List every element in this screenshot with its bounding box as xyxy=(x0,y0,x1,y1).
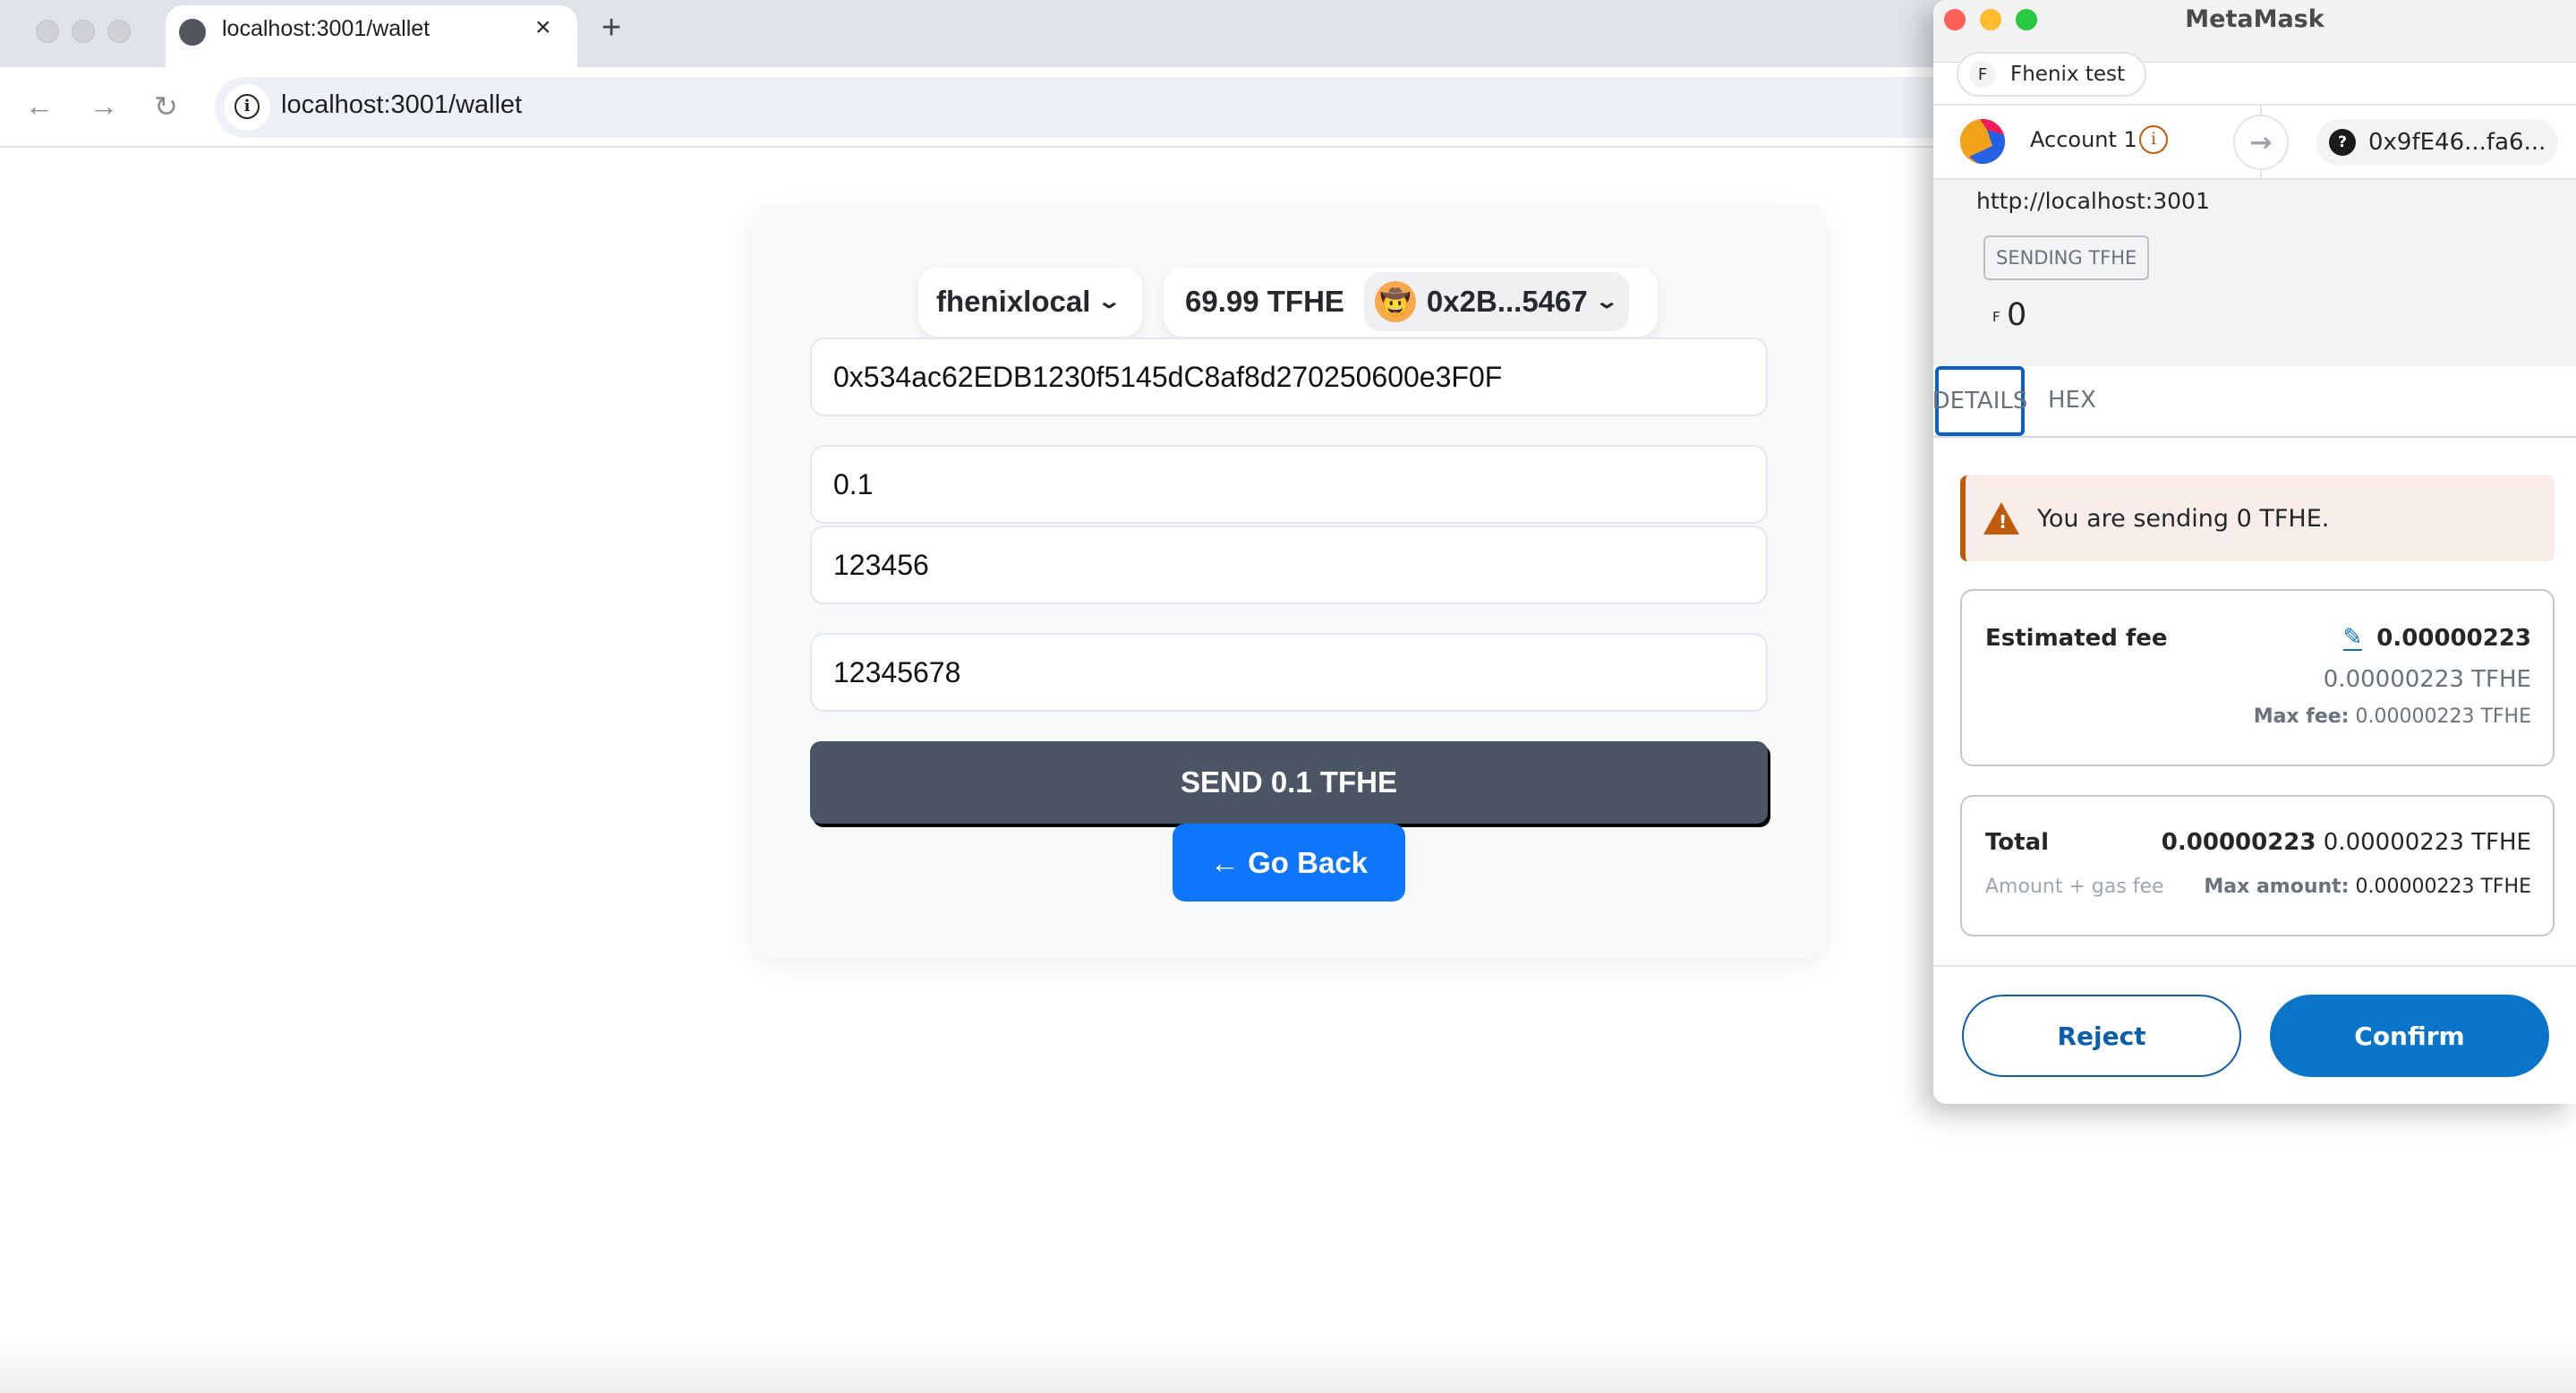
info-icon: i xyxy=(235,94,260,119)
forward-arrow-icon[interactable]: → xyxy=(90,90,118,123)
total-label: Total xyxy=(1985,829,2050,856)
window-minimize-button[interactable] xyxy=(72,20,95,43)
arrow-right-icon: → xyxy=(2233,115,2289,170)
address-bar-url[interactable]: localhost:3001/wallet xyxy=(281,90,522,120)
reject-button[interactable]: Reject xyxy=(1962,995,2241,1077)
estimated-fee-secondary: 0.00000223 TFHE xyxy=(2323,666,2531,693)
amount-input[interactable]: 0.1 xyxy=(810,445,1768,524)
max-amount-value: 0.00000223 TFHE xyxy=(2355,876,2532,898)
window-bottom-shadow xyxy=(0,1343,2576,1393)
metamask-title: MetaMask xyxy=(2185,5,2324,33)
tab-title: localhost:3001/wallet xyxy=(222,16,431,41)
network-selector[interactable]: fhenixlocal ⌄ xyxy=(918,267,1142,337)
account-avatar xyxy=(1960,119,2005,164)
total-sublabel: Amount + gas fee xyxy=(1985,876,2164,898)
divider xyxy=(1933,965,2576,967)
origin-url: http://localhost:3001 xyxy=(1976,188,2210,214)
recipient-pill[interactable]: ? 0x9fE46...fa6... xyxy=(2316,119,2558,166)
network-pill-label: Fhenix test xyxy=(2010,63,2126,86)
network-initial-icon: F xyxy=(1969,61,1996,88)
send-amount: 0 xyxy=(2007,297,2027,333)
max-fee: Max fee: 0.00000223 TFHE xyxy=(2254,705,2531,728)
chevron-down-icon: ⌄ xyxy=(1096,290,1122,312)
window-zoom-button[interactable] xyxy=(107,20,131,43)
go-back-button[interactable]: ← Go Back xyxy=(1173,824,1405,902)
numeric-input-2[interactable]: 12345678 xyxy=(810,633,1768,712)
network-pill[interactable]: F Fhenix test xyxy=(1957,52,2147,97)
globe-icon xyxy=(179,19,206,46)
from-account-name: Account 1 xyxy=(2030,127,2137,152)
account-address: 0x2B...5467 xyxy=(1426,285,1588,318)
tab-hex[interactable]: HEX xyxy=(2048,387,2096,414)
back-arrow-icon[interactable]: ← xyxy=(25,90,54,123)
tab-details[interactable]: DETAILS xyxy=(1933,366,2027,436)
total-box: Total 0.00000223 0.00000223 TFHE Amount … xyxy=(1960,795,2555,936)
window-close-button[interactable] xyxy=(36,20,59,43)
close-icon[interactable]: × xyxy=(535,13,551,43)
warning-alert: ! You are sending 0 TFHE. xyxy=(1960,475,2555,561)
details-tabs xyxy=(1933,366,2576,438)
max-fee-label: Max fee: xyxy=(2253,705,2350,728)
confirm-button[interactable]: Confirm xyxy=(2270,995,2549,1077)
token-icon: F xyxy=(1992,309,2000,325)
estimated-fee-box: Estimated fee ✎ 0.00000223 0.00000223 TF… xyxy=(1960,589,2555,766)
info-icon[interactable]: i xyxy=(2139,125,2168,154)
question-icon: ? xyxy=(2329,129,2356,156)
account-chip[interactable]: 69.99 TFHE 🤠 0x2B...5467 ⌄ xyxy=(1164,267,1658,337)
recipient-address-input[interactable]: 0x534ac62EDB1230f5145dC8af8d270250600e3F… xyxy=(810,338,1768,416)
send-button[interactable]: SEND 0.1 TFHE xyxy=(810,741,1768,824)
total-value: 0.00000223 0.00000223 TFHE xyxy=(2161,829,2531,856)
max-fee-value: 0.00000223 TFHE xyxy=(2355,705,2532,728)
max-amount: Max amount: 0.00000223 TFHE xyxy=(2204,876,2531,898)
recipient-address: 0x9fE46...fa6... xyxy=(2368,129,2546,156)
account-selector[interactable]: 🤠 0x2B...5467 ⌄ xyxy=(1363,272,1630,331)
estimated-fee-primary: ✎ 0.00000223 xyxy=(2342,624,2531,652)
transaction-type-badge: SENDING TFHE xyxy=(1983,235,2150,280)
max-amount-label: Max amount: xyxy=(2204,876,2350,898)
balance: 69.99 TFHE xyxy=(1185,285,1344,318)
new-tab-button[interactable]: + xyxy=(601,9,621,47)
account-avatar: 🤠 xyxy=(1374,281,1416,322)
warning-icon: ! xyxy=(1983,502,2019,534)
numeric-input-1[interactable]: 123456 xyxy=(810,526,1768,604)
estimated-fee-label: Estimated fee xyxy=(1985,625,2168,652)
network-name: fhenixlocal xyxy=(936,285,1091,318)
reload-icon[interactable]: ↻ xyxy=(154,90,178,124)
divider xyxy=(1933,104,2576,106)
site-info-button[interactable]: i xyxy=(224,84,270,131)
alert-text: You are sending 0 TFHE. xyxy=(2037,504,2330,533)
edit-pencil-icon[interactable]: ✎ xyxy=(2342,626,2363,651)
chevron-down-icon: ⌄ xyxy=(1594,290,1619,312)
metamask-window: MetaMask F Fhenix test Account 1 i → ? 0… xyxy=(1933,0,2576,1104)
